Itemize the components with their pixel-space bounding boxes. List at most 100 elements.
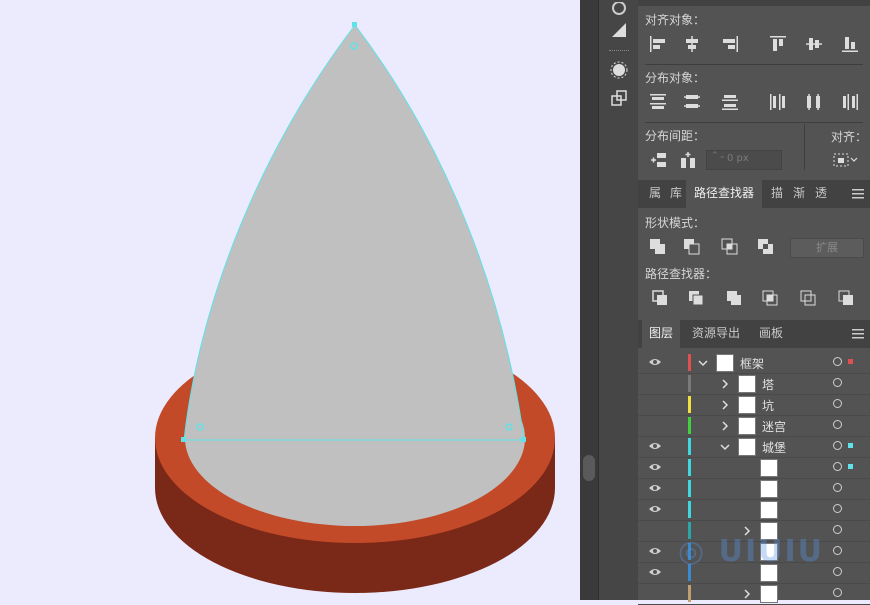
layer-target-circle[interactable] — [833, 441, 842, 450]
distribute-vertical-center-icon[interactable] — [682, 92, 702, 112]
vertical-spacing-icon[interactable] — [648, 150, 668, 170]
layers-menu-icon[interactable] — [852, 329, 864, 339]
artwork[interactable] — [0, 0, 580, 600]
align-left-icon[interactable] — [648, 34, 668, 54]
chevron-right-icon[interactable] — [720, 399, 730, 410]
appearance-icon[interactable] — [609, 60, 629, 80]
tab-artboards[interactable]: 画板 — [752, 320, 790, 348]
expand-button[interactable]: 扩展 — [790, 238, 864, 258]
layer-target-circle[interactable] — [833, 357, 842, 366]
intersect-icon[interactable] — [720, 237, 740, 257]
tab-pathfinder[interactable]: 路径查找器 — [686, 180, 762, 208]
merge-icon[interactable] — [724, 288, 744, 308]
layer-selection-square[interactable] — [848, 464, 853, 469]
distribute-horizontal-center-icon[interactable] — [804, 92, 824, 112]
visibility-eye-icon[interactable] — [648, 566, 662, 578]
distribute-top-icon[interactable] — [648, 92, 668, 112]
chevron-down-icon[interactable] — [698, 357, 708, 367]
align-horizontal-center-icon[interactable] — [682, 34, 702, 54]
layer-name[interactable]: 框架 — [740, 355, 764, 372]
tab-libraries[interactable]: 库 — [666, 180, 686, 208]
visibility-eye-icon[interactable] — [648, 419, 662, 431]
layer-row[interactable]: 城堡 — [638, 436, 870, 458]
anchor-right[interactable] — [521, 437, 526, 442]
layer-selection-square[interactable] — [848, 359, 853, 364]
layer-target-circle[interactable] — [833, 483, 842, 492]
vertical-scrollbar[interactable] — [580, 0, 598, 600]
trim-icon[interactable] — [686, 288, 706, 308]
align-bottom-icon[interactable] — [840, 34, 860, 54]
spinner-arrows-icon[interactable]: ⌃⌄ — [711, 151, 726, 161]
tab-gradient[interactable]: 渐 — [788, 180, 810, 208]
align-top-icon[interactable] — [768, 34, 788, 54]
chevron-right-icon[interactable] — [720, 420, 730, 431]
panel-menu-icon[interactable] — [852, 189, 864, 199]
panel-icon-strip — [598, 0, 640, 600]
layer-row[interactable]: 框架 — [638, 352, 870, 374]
layer-target-circle[interactable] — [833, 378, 842, 387]
unite-icon[interactable] — [648, 237, 668, 257]
divide-icon[interactable] — [650, 288, 670, 308]
tab-stroke[interactable]: 描 — [766, 180, 788, 208]
anchor-left[interactable] — [181, 437, 186, 442]
minus-front-icon[interactable] — [682, 237, 702, 257]
chevron-right-icon[interactable] — [742, 588, 752, 599]
spacing-input[interactable]: ⌃⌄ 0 px — [706, 150, 782, 170]
scrollbar-thumb[interactable] — [583, 455, 595, 481]
layer-name[interactable]: 城堡 — [762, 439, 786, 456]
visibility-eye-icon[interactable] — [648, 356, 662, 368]
layer-selection-square[interactable] — [848, 443, 853, 448]
layer-row[interactable]: 迷宫 — [638, 415, 870, 437]
chevron-down-icon[interactable] — [720, 441, 730, 451]
exclude-icon[interactable] — [756, 237, 776, 257]
layer-row[interactable] — [638, 478, 870, 500]
anchor-top[interactable] — [352, 22, 357, 27]
layer-name[interactable]: 迷宫 — [762, 418, 786, 435]
visibility-eye-icon[interactable] — [648, 377, 662, 389]
layer-target-circle[interactable] — [833, 504, 842, 513]
visibility-eye-icon[interactable] — [648, 587, 662, 599]
outline-icon[interactable] — [798, 288, 818, 308]
visibility-eye-icon[interactable] — [648, 503, 662, 515]
layer-row[interactable] — [638, 457, 870, 479]
layer-target-circle[interactable] — [833, 525, 842, 534]
transform-icon[interactable] — [609, 88, 629, 108]
color-guide-icon[interactable] — [609, 2, 629, 22]
align-vertical-center-icon[interactable] — [804, 34, 824, 54]
gradient-icon[interactable] — [609, 20, 629, 40]
layer-target-circle[interactable] — [833, 567, 842, 576]
artboard-canvas[interactable] — [0, 0, 580, 600]
visibility-eye-icon[interactable] — [648, 398, 662, 410]
layer-row[interactable] — [638, 583, 870, 605]
tab-transparency[interactable]: 透 — [810, 180, 832, 208]
layer-color-bar — [688, 459, 691, 476]
align-to-dropdown-icon[interactable] — [832, 150, 860, 170]
distribute-left-icon[interactable] — [768, 92, 788, 112]
visibility-eye-icon[interactable] — [648, 524, 662, 536]
visibility-eye-icon[interactable] — [648, 482, 662, 494]
visibility-eye-icon[interactable] — [648, 461, 662, 473]
horizontal-spacing-icon[interactable] — [678, 150, 698, 170]
minus-back-icon[interactable] — [836, 288, 856, 308]
tab-asset-export[interactable]: 资源导出 — [684, 320, 748, 348]
distribute-right-icon[interactable] — [840, 92, 860, 112]
layer-target-circle[interactable] — [833, 399, 842, 408]
layer-target-circle[interactable] — [833, 546, 842, 555]
cone-shape[interactable] — [183, 24, 525, 441]
visibility-eye-icon[interactable] — [648, 440, 662, 452]
distribute-bottom-icon[interactable] — [720, 92, 740, 112]
layer-name[interactable]: 塔 — [762, 376, 774, 393]
chevron-right-icon[interactable] — [720, 378, 730, 389]
layer-target-circle[interactable] — [833, 420, 842, 429]
crop-icon[interactable] — [760, 288, 780, 308]
layer-target-circle[interactable] — [833, 462, 842, 471]
layer-row[interactable]: 塔 — [638, 373, 870, 395]
align-right-icon[interactable] — [720, 34, 740, 54]
layer-name[interactable]: 坑 — [762, 397, 774, 414]
tab-layers[interactable]: 图层 — [642, 320, 680, 348]
visibility-eye-icon[interactable] — [648, 545, 662, 557]
layer-target-circle[interactable] — [833, 588, 842, 597]
layer-row[interactable]: 坑 — [638, 394, 870, 416]
layer-row[interactable] — [638, 499, 870, 521]
tab-properties[interactable]: 属 — [644, 180, 666, 208]
